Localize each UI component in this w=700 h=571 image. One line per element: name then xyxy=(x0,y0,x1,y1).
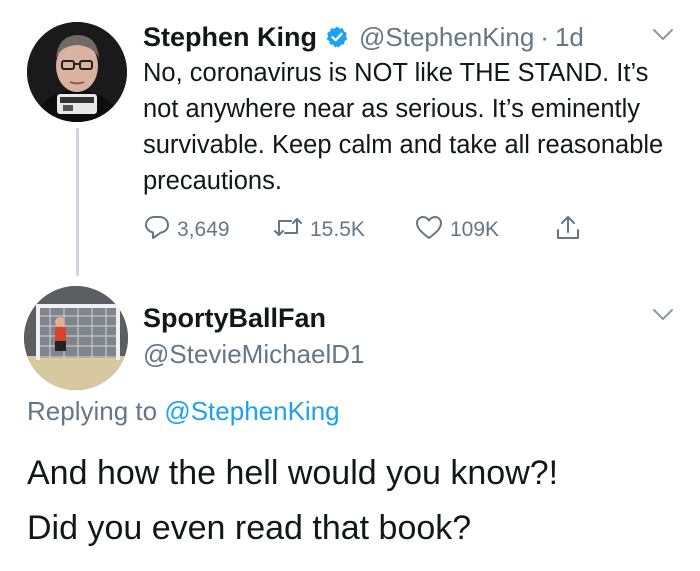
reply-count: 3,649 xyxy=(177,217,230,241)
like-count: 109K xyxy=(450,217,500,241)
mention-link[interactable]: @StephenKing xyxy=(164,396,339,426)
share-icon xyxy=(554,213,582,248)
tweet-timestamp[interactable]: 1d xyxy=(555,22,584,53)
thread-connector-line xyxy=(76,128,79,276)
retweet-count: 15.5K xyxy=(310,217,365,241)
retweet-icon xyxy=(272,213,304,246)
reply-icon xyxy=(143,213,171,246)
original-tweet-text: No, coronavirus is NOT like THE STAND. I… xyxy=(143,59,664,195)
chevron-down-icon[interactable] xyxy=(652,28,674,42)
stephen-king-avatar[interactable] xyxy=(27,22,127,122)
sportyballfan-avatar[interactable] xyxy=(24,286,128,390)
author-handle[interactable]: @StephenKing xyxy=(359,22,534,53)
author-name[interactable]: Stephen King xyxy=(143,22,317,53)
reply-tweet-text: And how the hell would you know?! Did yo… xyxy=(27,446,687,556)
chevron-down-icon[interactable] xyxy=(652,308,674,322)
reply-button[interactable]: 3,649 xyxy=(143,213,230,246)
share-button[interactable] xyxy=(554,213,582,248)
replying-to-line: Replying to @StephenKing xyxy=(27,396,340,427)
like-button[interactable]: 109K xyxy=(414,213,499,246)
tweet-thread: Stephen King @StephenKing · 1d No, coron… xyxy=(0,0,700,571)
separator-dot: · xyxy=(540,21,549,52)
retweet-button[interactable]: 15.5K xyxy=(272,213,365,246)
reply-author-name[interactable]: SportyBallFan xyxy=(143,303,326,334)
original-tweet-header: Stephen King @StephenKing · 1d xyxy=(143,20,584,54)
reply-text-line-1: And how the hell would you know?! xyxy=(27,454,559,492)
like-icon xyxy=(414,213,444,246)
reply-author-handle[interactable]: @StevieMichaelD1 xyxy=(143,339,364,370)
verified-badge-icon xyxy=(325,25,349,49)
replying-to-label: Replying to xyxy=(27,396,158,426)
reply-text-line-2: Did you even read that book? xyxy=(27,509,472,547)
